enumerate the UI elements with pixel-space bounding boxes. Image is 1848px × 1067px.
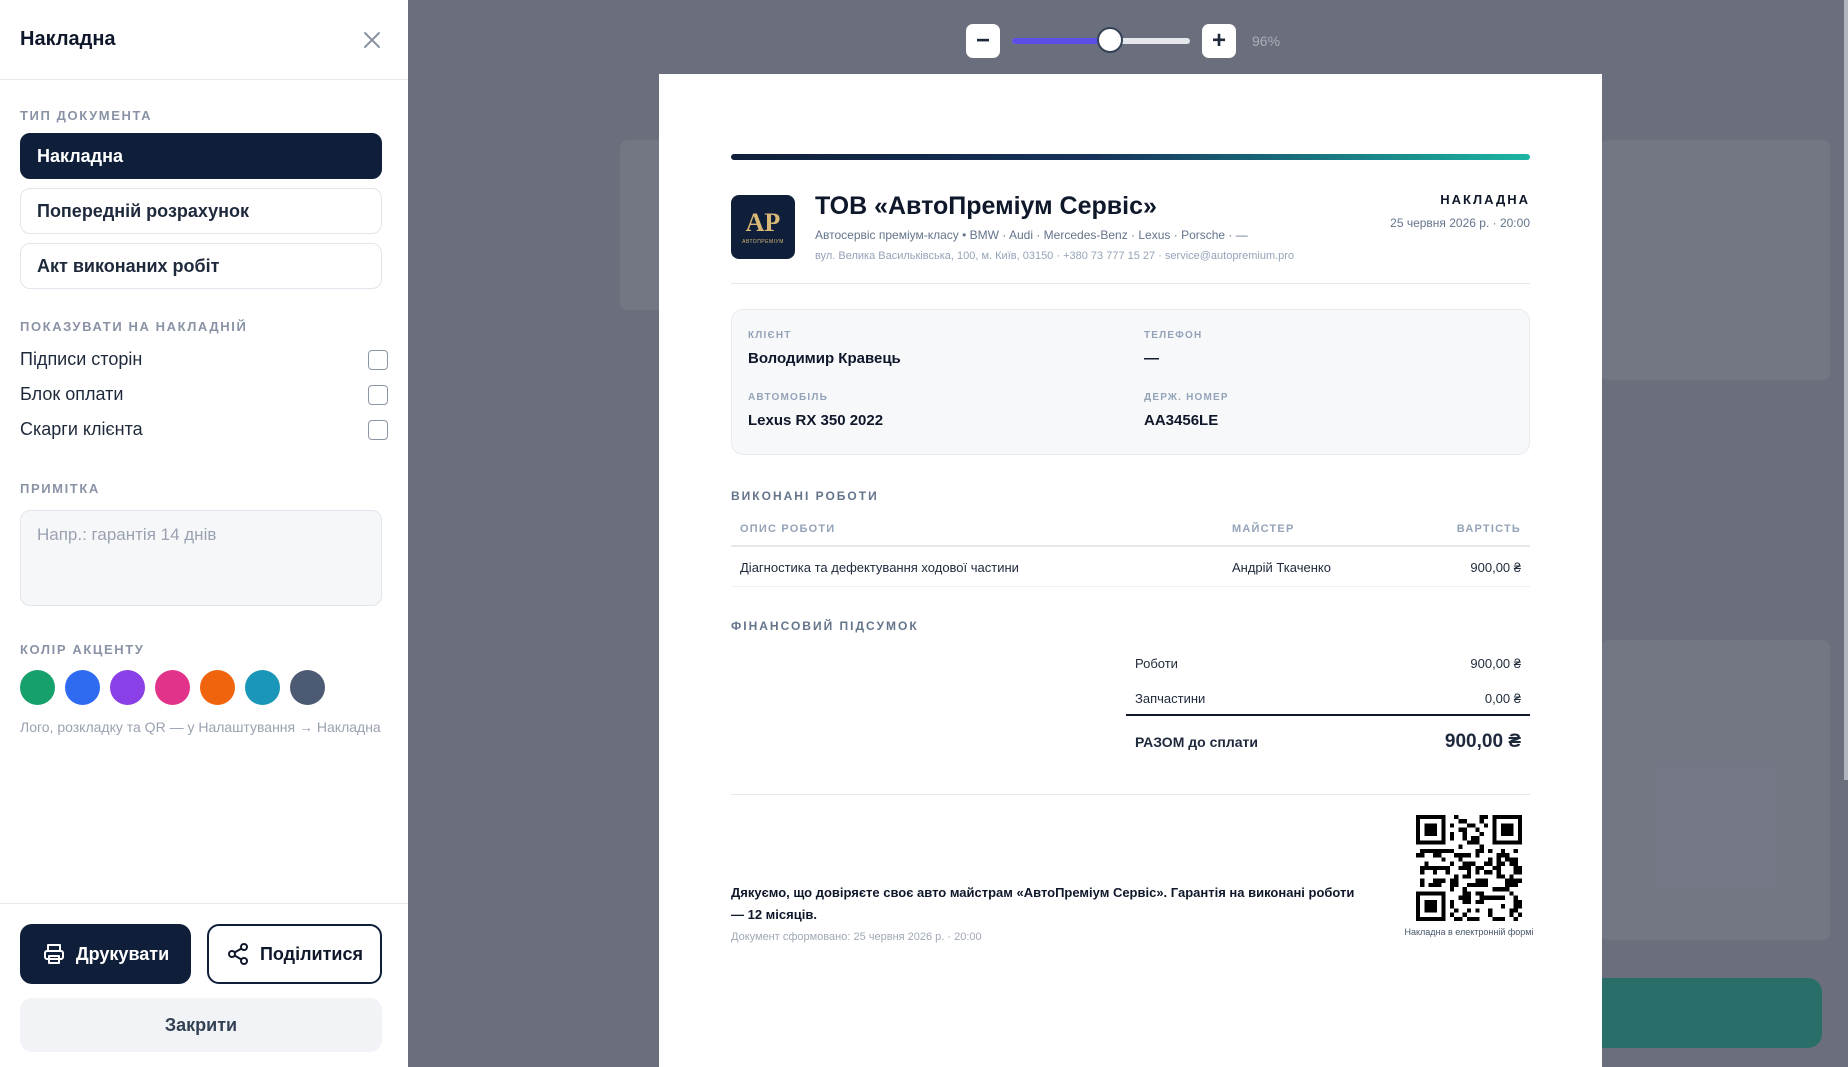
show-options-label: Показувати на накладній — [20, 319, 248, 334]
zoom-percent: 96% — [1252, 33, 1281, 49]
works-title: Виконані роботи — [731, 489, 879, 503]
client-name: Володимир Кравець — [748, 350, 901, 367]
swatch-orange[interactable] — [200, 670, 235, 705]
option-signatures[interactable]: Підписи сторін — [20, 342, 388, 377]
zoom-slider-handle[interactable] — [1096, 27, 1123, 53]
col-master: Майстер — [1232, 523, 1295, 535]
phone-label: Телефон — [1144, 330, 1203, 341]
summary-title: Фінансовий підсумок — [731, 619, 919, 633]
summary-works-label: Роботи — [1135, 656, 1178, 671]
table-header-line — [731, 545, 1530, 547]
document-date: 25 червня 2026 р. · 20:00 — [1390, 216, 1530, 230]
summary-total-value: 900,00 ₴ — [1444, 731, 1521, 752]
share-icon — [227, 943, 248, 965]
close-button[interactable]: Закрити — [20, 998, 382, 1052]
thanks-message: Дякуємо, що довіряєте своє авто майстрам… — [731, 885, 1355, 922]
share-label: Поділитися — [259, 943, 364, 964]
zoom-slider[interactable] — [1012, 27, 1190, 53]
bg-scrollbar — [1844, 0, 1848, 780]
printer-icon — [43, 944, 64, 964]
client-label: Клієнт — [748, 330, 792, 341]
client-card: Клієнт Володимир Кравець Телефон — Автом… — [731, 309, 1530, 455]
phone-value: — — [1144, 350, 1159, 367]
swatch-blue[interactable] — [65, 670, 100, 705]
swatch-purple[interactable] — [110, 670, 145, 705]
row-divider — [731, 586, 1530, 587]
panel-header: Накладна — [0, 0, 408, 80]
generated-timestamp: Документ сформовано: 25 червня 2026 р. ·… — [731, 931, 982, 943]
qr-code-icon — [1416, 815, 1522, 921]
car-value: Lexus RX 350 2022 — [748, 412, 884, 429]
zoom-in-button[interactable]: + — [1202, 24, 1236, 58]
company-name: ТОВ «АвтоПреміум Сервіс» — [815, 192, 1157, 220]
summary-parts-label: Запчастини — [1135, 691, 1206, 706]
bg-block — [1600, 140, 1830, 380]
work-description: Діагностика та дефектування ходової част… — [740, 560, 1019, 575]
divider — [731, 283, 1530, 284]
swatch-pink[interactable] — [155, 670, 190, 705]
doc-type-invoice[interactable]: Накладна — [20, 133, 382, 179]
summary-works-row: Роботи 900,00 ₴ — [1126, 656, 1530, 671]
option-label: Блок оплати — [20, 384, 124, 404]
zoom-control: − + 96% — [966, 24, 1280, 58]
col-description: Опис роботи — [740, 523, 836, 535]
divider — [731, 794, 1530, 795]
doc-type-label: Тип документа — [20, 108, 153, 123]
bg-block — [1600, 640, 1830, 940]
accent-color-label: Колір акценту — [20, 642, 145, 657]
settings-hint: Лого, розкладку та QR — у Налаштування →… — [20, 719, 381, 735]
zoom-slider-fill — [1012, 38, 1110, 44]
document-type: НАКЛАДНА — [1440, 192, 1530, 207]
doc-type-act[interactable]: Акт виконаних робіт — [20, 243, 382, 289]
plate-label: Держ. номер — [1144, 392, 1229, 403]
summary-total-label: РАЗОМ до сплати — [1135, 734, 1258, 750]
close-icon[interactable] — [356, 24, 388, 56]
summary-parts-row: Запчастини 0,00 ₴ — [1126, 691, 1530, 706]
company-address: вул. Велика Васильківська, 100, м. Київ,… — [815, 250, 1295, 262]
bg-action-button — [1570, 978, 1822, 1048]
work-master: Андрій Ткаченко — [1232, 560, 1331, 575]
summary-works-value: 900,00 ₴ — [1470, 656, 1521, 671]
print-label: Друкувати — [75, 943, 170, 964]
invoice-preview: AP АВТОПРЕМІУМ ТОВ «АвтоПреміум Сервіс» … — [659, 74, 1602, 1067]
option-payment-block[interactable]: Блок оплати — [20, 377, 388, 412]
logo-subtext: АВТОПРЕМІУМ — [742, 238, 784, 245]
car-label: Автомобіль — [748, 392, 828, 403]
signatures-checkbox[interactable] — [368, 349, 388, 370]
swatch-green[interactable] — [20, 670, 55, 705]
swatch-teal[interactable] — [245, 670, 280, 705]
option-label: Підписи сторін — [20, 349, 143, 369]
payment-block-checkbox[interactable] — [368, 384, 388, 405]
invoice-settings-panel: Накладна Тип документа Накладна Попередн… — [0, 0, 408, 1067]
panel-title: Накладна — [20, 28, 116, 50]
accent-swatches — [20, 670, 388, 705]
print-button[interactable]: Друкувати — [20, 924, 191, 984]
summary-total-divider — [1126, 714, 1530, 716]
note-textarea[interactable]: Напр.: гарантія 14 днів — [20, 510, 382, 606]
note-label: Примітка — [20, 481, 100, 496]
company-tagline: Автосервіс преміум-класу • BMW · Audi · … — [815, 228, 1248, 242]
col-price: Вартість — [1456, 523, 1521, 535]
option-complaints[interactable]: Скарги клієнта — [20, 412, 388, 447]
zoom-out-button[interactable]: − — [966, 24, 1000, 58]
share-button[interactable]: Поділитися — [207, 924, 382, 984]
summary-parts-value: 0,00 ₴ — [1484, 691, 1521, 706]
option-label: Скарги клієнта — [20, 419, 143, 439]
plate-value: AA3456LE — [1144, 412, 1219, 429]
accent-bar — [731, 154, 1530, 160]
logo-text: AP — [745, 207, 781, 237]
complaints-checkbox[interactable] — [368, 419, 388, 440]
doc-type-estimate[interactable]: Попередній розрахунок — [20, 188, 382, 234]
work-price: 900,00 ₴ — [1470, 560, 1521, 575]
panel-footer: Друкувати Поділитися Закрити — [0, 903, 408, 1052]
qr-caption: Накладна в електронній формі — [1404, 927, 1534, 937]
summary-total-row: РАЗОМ до сплати 900,00 ₴ — [1126, 731, 1530, 752]
company-logo: AP АВТОПРЕМІУМ — [731, 195, 795, 259]
swatch-slate[interactable] — [290, 670, 325, 705]
